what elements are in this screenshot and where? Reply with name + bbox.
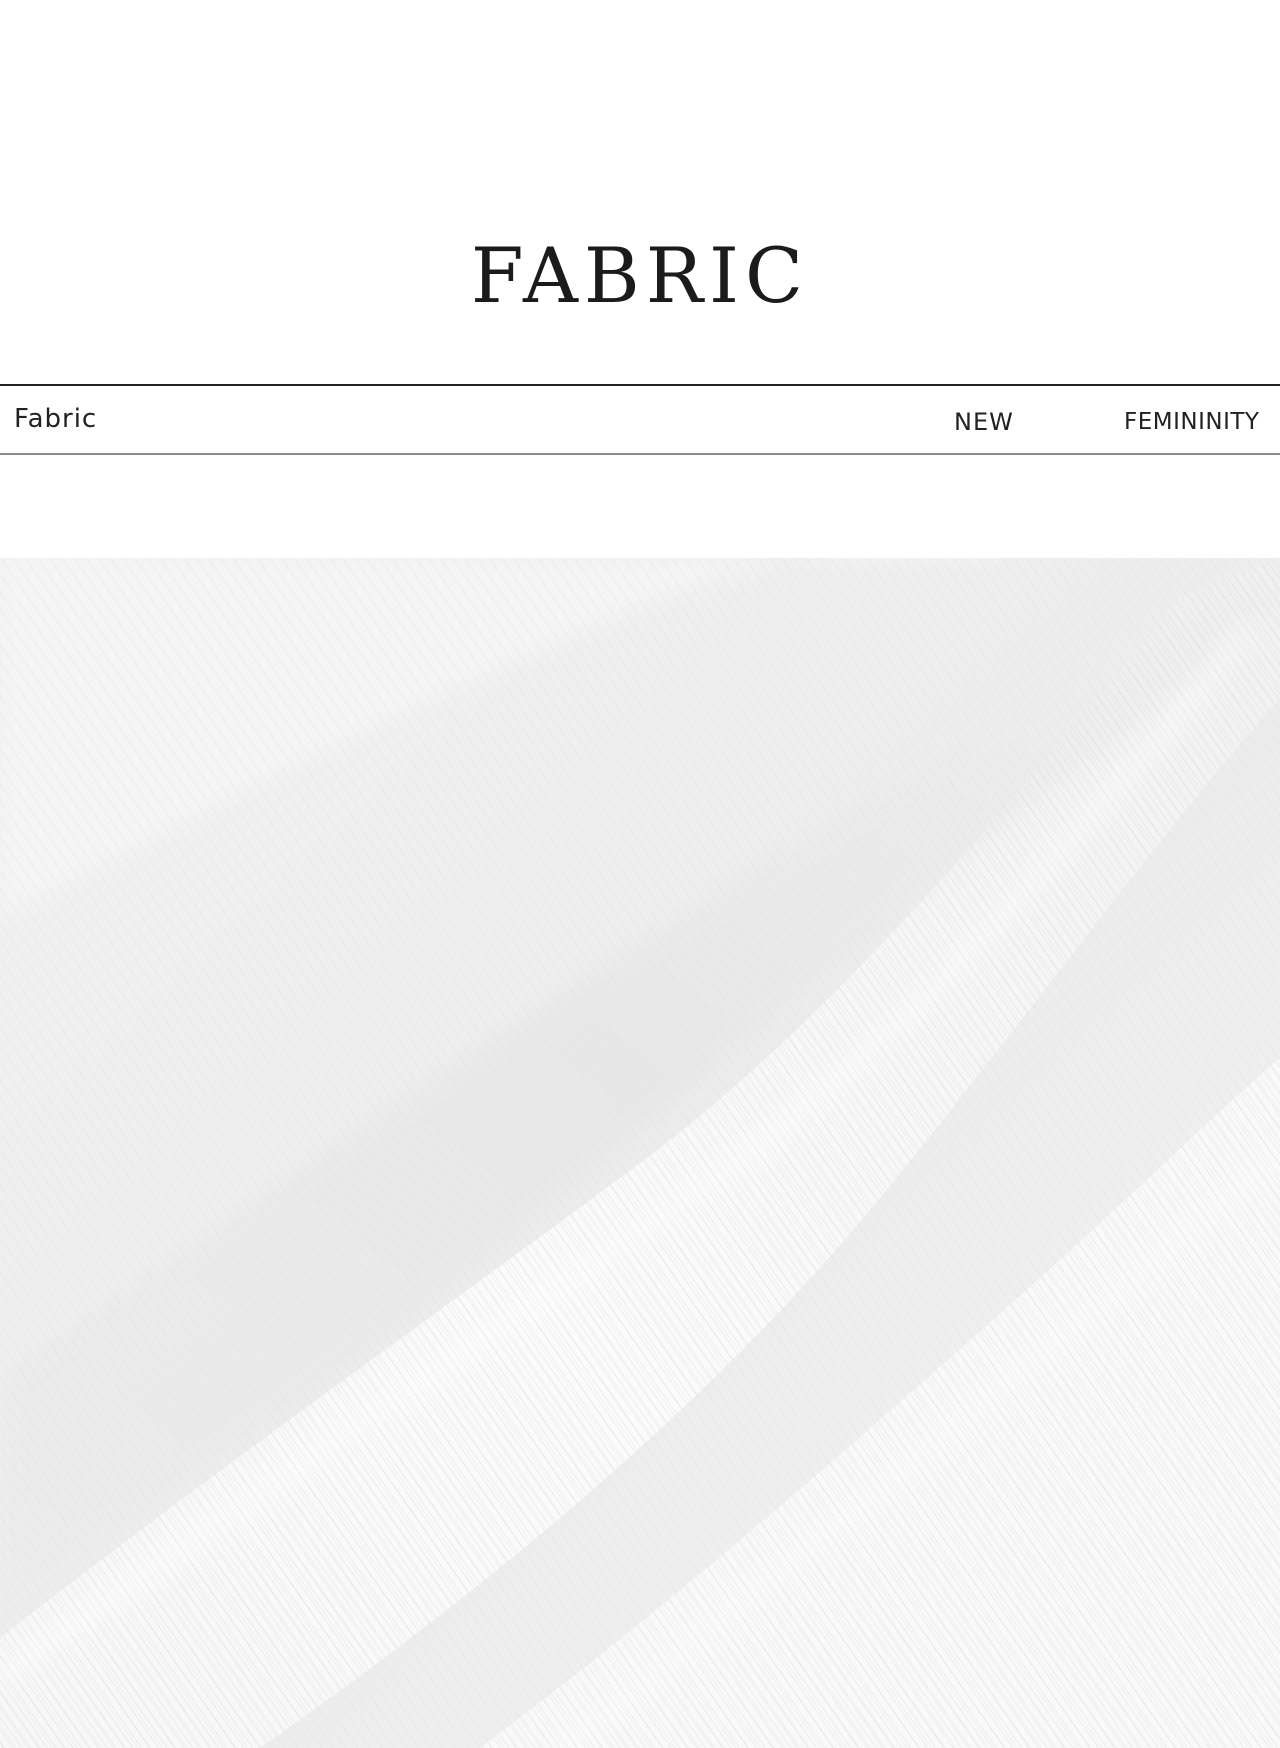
label-femininity: FEMININITY <box>1124 409 1260 435</box>
fabric-photo <box>0 558 1280 1748</box>
label-bar: Fabric NEW FEMININITY <box>0 384 1280 455</box>
page: FABRIC Fabric NEW FEMININITY <box>0 0 1280 1748</box>
page-title: FABRIC <box>470 231 810 320</box>
label-fabric: Fabric <box>14 404 98 434</box>
label-new: NEW <box>954 408 1014 436</box>
